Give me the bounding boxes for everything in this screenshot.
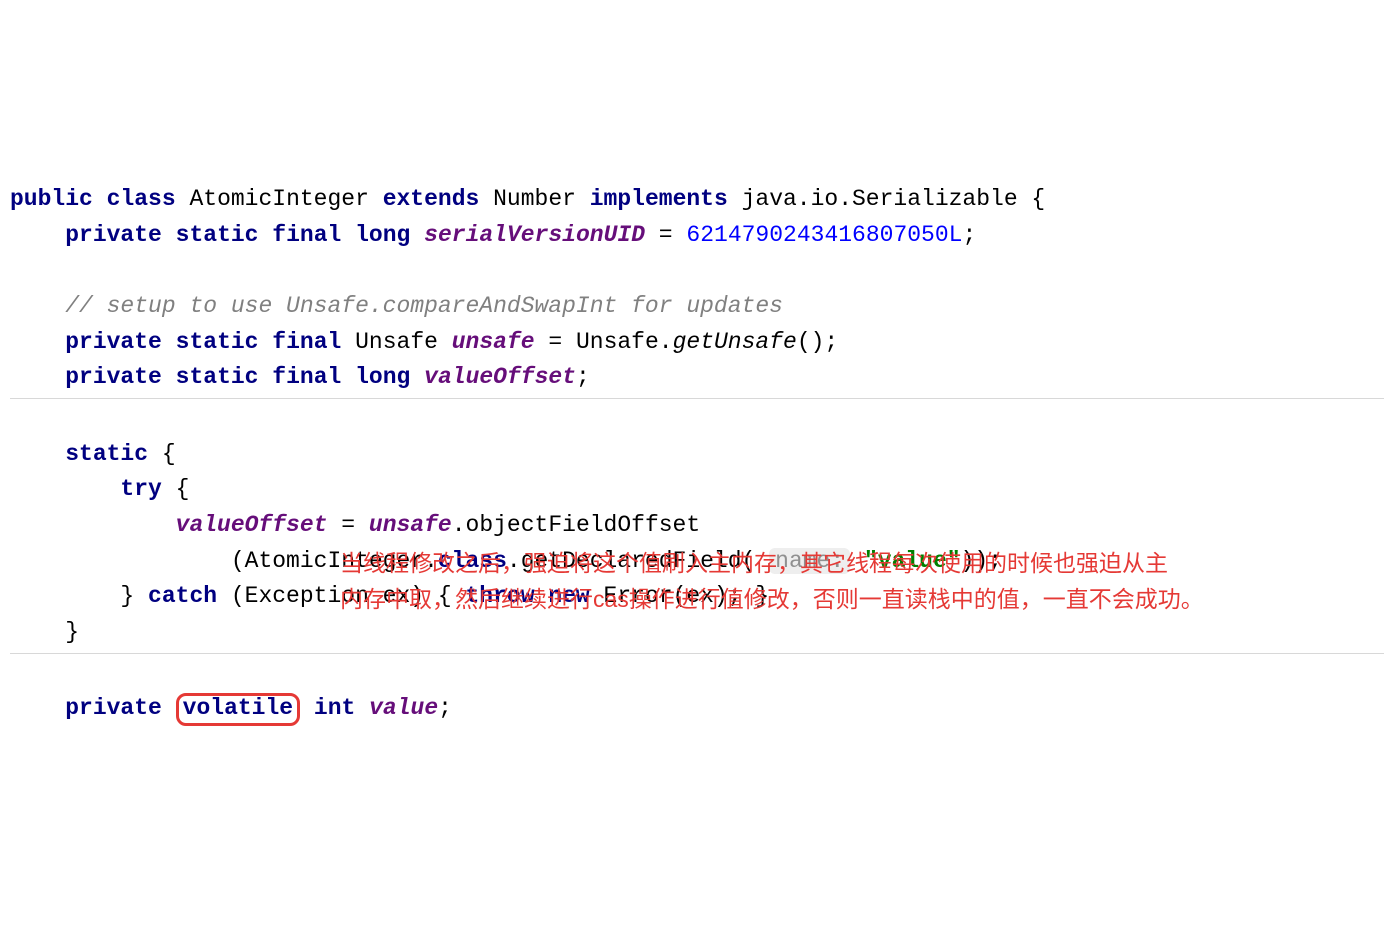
kw-class: class xyxy=(107,186,176,212)
code-block: public class AtomicInteger extends Numbe… xyxy=(0,143,1394,747)
code-line-8: valueOffset = unsafe.objectFieldOffset xyxy=(10,512,700,538)
kw-public: public xyxy=(10,186,93,212)
code-line-2: private static final long serialVersionU… xyxy=(10,222,976,248)
annotation-line1: 当线程修改之后，强迫将这个值刷入主内存，其它线程每次使用的时候也强迫从主 xyxy=(340,547,1168,579)
field-value: value xyxy=(369,695,438,721)
field-serialVersionUID: serialVersionUID xyxy=(424,222,645,248)
kw-extends: extends xyxy=(383,186,480,212)
field-unsafe: unsafe xyxy=(452,329,535,355)
iface: java.io.Serializable { xyxy=(728,186,1045,212)
annotation-callout: 当线程修改之后，强迫将这个值刷入主内存，其它线程每次使用的时候也强迫从主 内存中… xyxy=(340,547,1360,618)
classname: AtomicInteger xyxy=(176,186,383,212)
static-call: getUnsafe xyxy=(673,329,797,355)
superclass: Number xyxy=(479,186,589,212)
annotation-line2: 内存中取，然后继续进行cas操作进行值修改，否则一直读栈中的值，一直不会成功。 xyxy=(340,583,1204,615)
kw-implements: implements xyxy=(590,186,728,212)
code-line-1: public class AtomicInteger extends Numbe… xyxy=(10,186,1045,212)
code-line-5: private static final long valueOffset; xyxy=(10,364,590,390)
fold-separator xyxy=(10,398,1384,399)
code-line-7: try { xyxy=(10,476,189,502)
code-line-6: static { xyxy=(10,441,176,467)
code-line-4: private static final Unsafe unsafe = Uns… xyxy=(10,329,838,355)
code-line-11: }当线程修改之后，强迫将这个值刷入主内存，其它线程每次使用的时候也强迫从主 内存… xyxy=(10,619,79,645)
volatile-highlight: volatile xyxy=(176,693,300,726)
comment: // setup to use Unsafe.compareAndSwapInt… xyxy=(65,293,783,319)
number-literal: 6214790243416807050L xyxy=(686,222,962,248)
code-line-12: private volatile int value; xyxy=(10,695,452,721)
field-valueOffset: valueOffset xyxy=(424,364,576,390)
code-line-3: // setup to use Unsafe.compareAndSwapInt… xyxy=(10,293,783,319)
fold-separator xyxy=(10,653,1384,654)
